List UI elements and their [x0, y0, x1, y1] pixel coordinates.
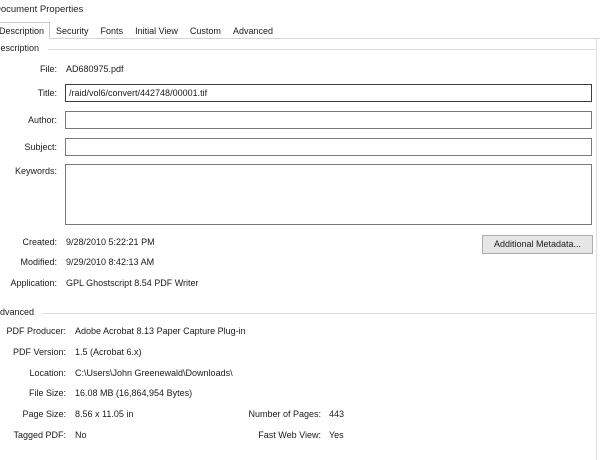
page-size-value: 8.56 x 11.05 in: [75, 409, 134, 419]
title-label: Title:: [37, 88, 57, 98]
keywords-label: Keywords:: [14, 166, 57, 176]
file-value: AD680975.pdf: [66, 64, 124, 74]
modified-value: 9/29/2010 8:42:13 AM: [66, 257, 155, 267]
file-label: File:: [39, 64, 57, 74]
subject-input[interactable]: [65, 138, 592, 156]
advanced-group-label: Advanced: [0, 307, 35, 317]
modified-label: Modified:: [20, 257, 57, 267]
pdf-version-label: PDF Version:: [12, 347, 66, 357]
location-label: Location:: [29, 368, 66, 378]
number-of-pages-value: 443: [329, 409, 345, 419]
created-label: Created:: [22, 237, 57, 247]
author-label: Author:: [27, 115, 57, 125]
description-group-line: [48, 49, 596, 50]
additional-metadata-button[interactable]: Additional Metadata...: [482, 235, 593, 254]
application-label: Application:: [10, 278, 57, 288]
tagged-pdf-value: No: [75, 430, 87, 440]
tab-initial-view[interactable]: Initial View: [129, 22, 184, 38]
title-input[interactable]: [65, 84, 592, 102]
pdf-version-value: 1.5 (Acrobat 6.x): [75, 347, 142, 357]
number-of-pages-label: Number of Pages:: [248, 409, 321, 419]
file-size-value: 16.08 MB (16,864,954 Bytes): [75, 388, 193, 398]
tab-bar: Description Security Fonts Initial View …: [0, 22, 279, 39]
application-value: GPL Ghostscript 8.54 PDF Writer: [66, 278, 199, 288]
tab-custom[interactable]: Custom: [184, 22, 227, 38]
pdf-producer-label: PDF Producer:: [6, 326, 66, 336]
description-group-label: Description: [0, 43, 40, 53]
fast-web-view-label: Fast Web View:: [258, 430, 321, 440]
location-value: C:\Users\John Greenewald\Downloads\: [75, 368, 233, 378]
keywords-textarea[interactable]: [65, 164, 592, 225]
pdf-producer-value: Adobe Acrobat 8.13 Paper Capture Plug-in: [75, 326, 246, 336]
fast-web-view-value: Yes: [329, 430, 344, 440]
advanced-group-line: [42, 313, 596, 314]
subject-label: Subject:: [24, 142, 57, 152]
created-value: 9/28/2010 5:22:21 PM: [66, 237, 155, 247]
tab-security[interactable]: Security: [50, 22, 95, 38]
tagged-pdf-label: Tagged PDF:: [13, 430, 66, 440]
window-title: Document Properties: [0, 4, 84, 15]
tab-advanced[interactable]: Advanced: [227, 22, 279, 38]
file-size-label: File Size:: [28, 388, 66, 398]
tab-description[interactable]: Description: [0, 22, 51, 39]
tab-divider: [0, 38, 600, 39]
author-input[interactable]: [65, 111, 592, 129]
tab-fonts[interactable]: Fonts: [95, 22, 130, 38]
panel-border: [596, 38, 597, 460]
page-size-label: Page Size:: [22, 409, 66, 419]
